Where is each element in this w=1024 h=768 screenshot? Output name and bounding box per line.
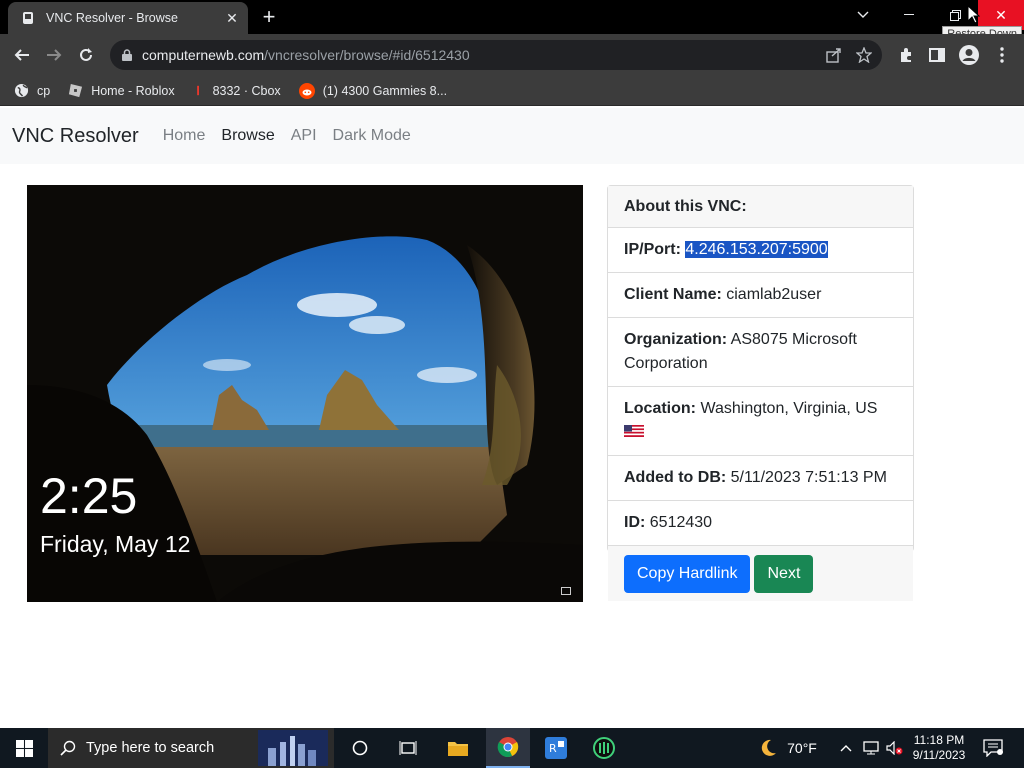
- added-to-db-label: Added to DB:: [624, 469, 727, 487]
- app-taskbar-icon[interactable]: [584, 728, 624, 768]
- tab-search-icon[interactable]: [840, 0, 886, 30]
- id-row: ID: 6512430: [608, 501, 913, 547]
- bookmark-cbox[interactable]: 8332 · Cbox: [193, 83, 281, 98]
- address-bar[interactable]: computernewb.com/vncresolver/browse/#id/…: [110, 40, 882, 70]
- bookmark-roblox[interactable]: Home - Roblox: [68, 83, 175, 98]
- extensions-icon[interactable]: [894, 43, 918, 67]
- nav-link-browse[interactable]: Browse: [221, 127, 274, 145]
- bookmark-label: cp: [37, 83, 51, 98]
- bookmarks-bar: cp Home - Roblox 8332 · Cbox (1) 4300 Ga…: [0, 76, 1024, 106]
- lock-icon: [122, 49, 132, 61]
- next-button[interactable]: Next: [754, 555, 814, 594]
- browser-titlebar: VNC Resolver - Browse ✕ + ✕ Restore Down: [0, 0, 1024, 42]
- nav-link-api[interactable]: API: [291, 127, 317, 145]
- forward-button[interactable]: [42, 43, 66, 67]
- bookmark-label: (1) 4300 Gammies 8...: [322, 83, 448, 98]
- share-icon[interactable]: [826, 47, 842, 63]
- client-name-value: ciamlab2user: [726, 286, 822, 303]
- url-path: /vncresolver/browse/#id/6512430: [264, 47, 470, 63]
- reddit-icon: [298, 82, 315, 99]
- reload-button[interactable]: [74, 43, 98, 67]
- display-icon: [561, 587, 571, 595]
- card-footer: Copy Hardlink Next: [608, 546, 913, 602]
- lockscreen-date: Friday, May 12: [40, 531, 191, 557]
- task-view-icon[interactable]: [388, 728, 428, 768]
- back-button[interactable]: [10, 43, 34, 67]
- cbox-icon: [193, 83, 205, 98]
- remote-desktop-icon[interactable]: R: [536, 728, 576, 768]
- tab-close-icon[interactable]: ✕: [224, 10, 240, 26]
- windows-logo-icon: [15, 739, 33, 757]
- roblox-icon: [68, 83, 83, 98]
- bookmark-reddit[interactable]: (1) 4300 Gammies 8...: [298, 82, 448, 99]
- ip-port-label: IP/Port:: [624, 241, 681, 258]
- menu-kebab-icon[interactable]: [990, 43, 1014, 67]
- start-button[interactable]: [0, 728, 48, 768]
- notifications-icon[interactable]: [978, 728, 1008, 768]
- taskbar-search-box[interactable]: Type here to search: [48, 728, 334, 768]
- id-label: ID:: [624, 514, 646, 532]
- taskbar-time: 11:18 PM: [913, 733, 965, 747]
- nav-link-home[interactable]: Home: [163, 127, 206, 145]
- organization-row: Organization: AS8075 Microsoft Corporati…: [608, 318, 913, 387]
- tab-title: VNC Resolver - Browse: [46, 11, 178, 25]
- added-to-db-value: 5/11/2023 7:51:13 PM: [730, 469, 887, 487]
- network-icon[interactable]: [860, 728, 882, 768]
- chevron-up-icon[interactable]: [836, 728, 856, 768]
- site-favicon-icon: [20, 10, 36, 26]
- location-label: Location:: [624, 400, 696, 417]
- search-placeholder: Type here to search: [86, 740, 215, 756]
- vnc-info-card: About this VNC: IP/Port: 4.246.153.207:5…: [607, 185, 914, 602]
- organization-label: Organization:: [624, 331, 728, 348]
- weather-temperature[interactable]: 70°F: [784, 728, 820, 768]
- search-highlight-image-icon: [258, 730, 328, 766]
- site-brand[interactable]: VNC Resolver: [12, 125, 139, 148]
- mouse-cursor-icon: [968, 6, 980, 24]
- browser-tab[interactable]: VNC Resolver - Browse ✕: [8, 2, 248, 34]
- minimize-button[interactable]: [886, 0, 932, 30]
- card-header: About this VNC:: [608, 186, 913, 228]
- bookmark-label: 8332 · Cbox: [212, 83, 281, 98]
- ip-port-row: IP/Port: 4.246.153.207:5900: [608, 228, 913, 273]
- svg-text:R: R: [549, 742, 557, 755]
- bookmark-star-icon[interactable]: [856, 47, 872, 63]
- client-name-row: Client Name: ciamlab2user: [608, 273, 913, 318]
- added-to-db-row: Added to DB: 5/11/2023 7:51:13 PM: [608, 456, 913, 502]
- globe-icon: [14, 83, 29, 98]
- ip-port-value[interactable]: 4.246.153.207:5900: [685, 241, 828, 258]
- side-panel-icon[interactable]: [925, 43, 949, 67]
- chrome-taskbar-icon[interactable]: [486, 728, 530, 768]
- taskbar-date: 9/11/2023: [912, 748, 966, 762]
- cortana-icon[interactable]: [340, 728, 380, 768]
- weather-moon-icon: [752, 728, 784, 768]
- new-tab-button[interactable]: +: [258, 6, 280, 28]
- windows-taskbar: Type here to search R 70°F 11:18 PM 9/11…: [0, 728, 1024, 768]
- file-explorer-icon[interactable]: [438, 728, 478, 768]
- nav-link-dark-mode[interactable]: Dark Mode: [333, 127, 411, 145]
- id-value: 6512430: [649, 514, 713, 532]
- bookmark-label: Home - Roblox: [91, 83, 175, 98]
- lockscreen-time: 2:25: [40, 468, 138, 524]
- us-flag-icon: [624, 421, 644, 445]
- search-icon: [60, 740, 76, 756]
- copy-hardlink-button[interactable]: Copy Hardlink: [624, 555, 751, 594]
- volume-muted-icon[interactable]: [884, 728, 906, 768]
- vnc-screenshot-image: 2:25 Friday, May 12: [27, 185, 583, 602]
- location-row: Location: Washington, Virginia, US: [608, 387, 913, 457]
- profile-avatar-icon[interactable]: [957, 43, 981, 67]
- browser-toolbar: computernewb.com/vncresolver/browse/#id/…: [0, 34, 1024, 76]
- site-navbar: VNC Resolver Home Browse API Dark Mode: [0, 108, 1024, 164]
- bookmark-cp[interactable]: cp: [14, 83, 50, 98]
- url-host: computernewb.com: [142, 47, 265, 63]
- client-name-label: Client Name:: [624, 286, 722, 303]
- location-value: Washington, Virginia, US: [700, 400, 878, 417]
- taskbar-clock[interactable]: 11:18 PM 9/11/2023: [906, 728, 972, 768]
